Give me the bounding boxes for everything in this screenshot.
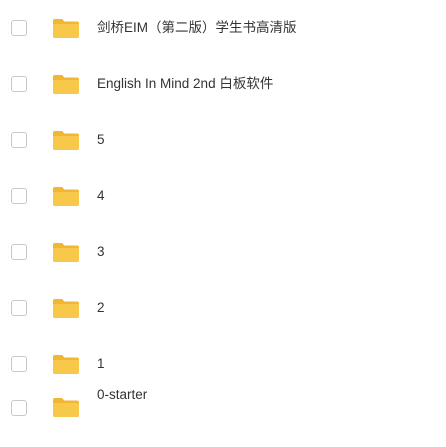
file-name[interactable]: 4: [97, 187, 105, 205]
list-item[interactable]: 2: [0, 280, 446, 336]
file-name[interactable]: 剑桥EIM（第二版）学生书高清版: [97, 19, 297, 37]
file-name[interactable]: English In Mind 2nd 白板软件: [97, 75, 273, 93]
list-item[interactable]: English In Mind 2nd 白板软件: [0, 56, 446, 112]
row-checkbox[interactable]: [11, 132, 27, 148]
row-checkbox[interactable]: [11, 356, 27, 372]
list-item[interactable]: 0-starter: [0, 384, 446, 440]
file-name[interactable]: 0-starter: [97, 386, 147, 404]
row-checkbox[interactable]: [11, 244, 27, 260]
file-name[interactable]: 3: [97, 243, 105, 261]
folder-icon: [52, 297, 80, 319]
list-item[interactable]: 剑桥EIM（第二版）学生书高清版: [0, 0, 446, 56]
list-item[interactable]: 3: [0, 224, 446, 280]
file-name[interactable]: 5: [97, 131, 105, 149]
row-checkbox[interactable]: [11, 20, 27, 36]
file-list: 剑桥EIM（第二版）学生书高清版 English In Mind 2nd 白板软…: [0, 0, 446, 447]
file-name[interactable]: 2: [97, 299, 105, 317]
folder-icon: [52, 73, 80, 95]
folder-icon: [52, 17, 80, 39]
list-item[interactable]: 5: [0, 112, 446, 168]
row-checkbox[interactable]: [11, 76, 27, 92]
folder-icon: [52, 241, 80, 263]
row-checkbox[interactable]: [11, 400, 27, 416]
folder-icon: [52, 353, 80, 375]
row-checkbox[interactable]: [11, 300, 27, 316]
file-name[interactable]: 1: [97, 355, 105, 373]
folder-icon: [52, 129, 80, 151]
list-item[interactable]: 4: [0, 168, 446, 224]
row-checkbox[interactable]: [11, 188, 27, 204]
folder-icon: [52, 185, 80, 207]
folder-icon: [52, 396, 80, 418]
